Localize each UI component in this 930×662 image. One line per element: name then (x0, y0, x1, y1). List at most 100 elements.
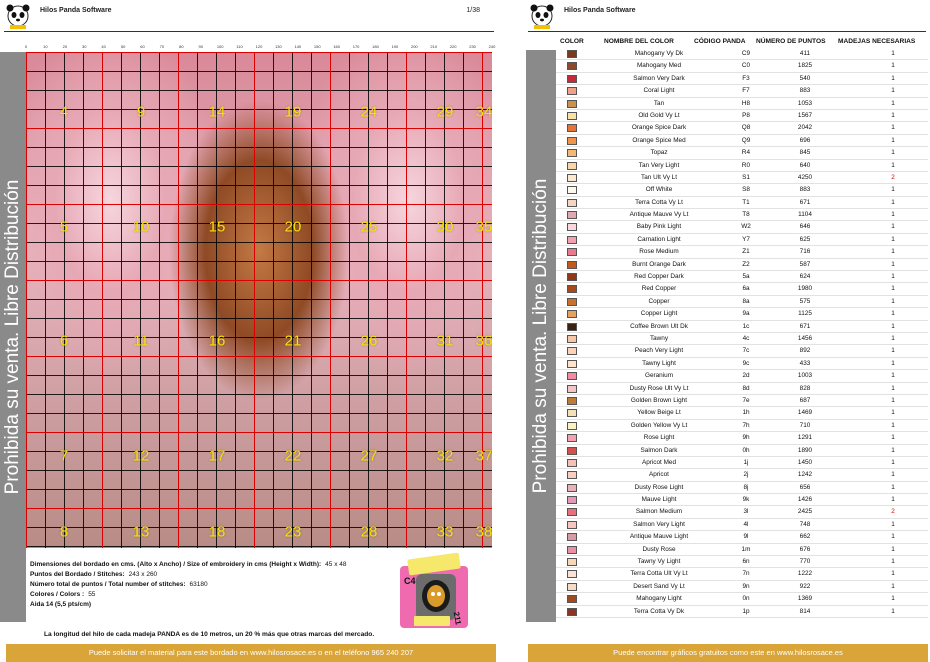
skeins-needed: 1 (891, 124, 895, 132)
panda-code: 9c (742, 359, 750, 367)
stitch-count: 575 (799, 297, 811, 305)
panda-code: 9a (742, 310, 750, 318)
skeins-needed: 1 (891, 322, 895, 330)
skeins-needed: 1 (891, 421, 895, 429)
color-name: Salmon Very Light (633, 520, 685, 528)
stitch-count: 1003 (797, 372, 813, 380)
color-name: Terra Cotta Ult Vy Lt (630, 570, 688, 578)
color-name: Tawny (649, 334, 669, 342)
panda-code: W2 (741, 223, 751, 231)
panda-code: Z2 (742, 260, 750, 268)
color-row: Old Gold Vy Lt P8 1567 1 (556, 110, 928, 123)
ruler-tick-label: 200 (410, 44, 418, 49)
page-gutter (500, 0, 520, 662)
stitch-count: 2425 (797, 508, 813, 516)
skeins-needed: 1 (891, 372, 895, 380)
footer-banner: Puede encontrar gráficos gratuitos como … (528, 644, 928, 662)
ruler-tick-label: 70 (159, 44, 165, 49)
color-name: Topaz (650, 149, 668, 157)
color-swatch (567, 384, 577, 393)
panda-code: 6n (742, 558, 750, 566)
color-swatch (567, 558, 577, 567)
color-name: Orange Spice Dark (631, 124, 687, 132)
panda-code: C9 (741, 50, 751, 57)
skeins-needed: 1 (891, 111, 895, 119)
panda-code: 9n (742, 582, 750, 590)
color-row: Dusty Rose 1m 676 1 (556, 544, 928, 557)
color-swatch (567, 50, 577, 58)
stitch-count: 687 (799, 396, 811, 404)
ruler-tick-label: 180 (372, 44, 379, 49)
color-name: Tawny Vy Light (637, 558, 681, 566)
panda-code: P8 (742, 111, 750, 119)
color-row: Coffee Brown Ult Dk 1c 671 1 (556, 321, 928, 333)
skeins-needed: 1 (891, 434, 895, 442)
skeins-needed: 2 (891, 173, 895, 181)
panda-code: 8a (742, 297, 750, 305)
segment-number: 16 (208, 332, 226, 350)
stitch-count: 624 (799, 273, 811, 281)
skeins-needed: 1 (891, 359, 895, 367)
color-swatch (567, 359, 577, 368)
stitch-count: 662 (799, 533, 811, 541)
column-header-color: COLOR (560, 38, 584, 45)
color-row: Tawny Vy Light 6n 770 1 (556, 556, 928, 569)
ruler-tick-label: 90 (198, 44, 203, 49)
color-swatch (567, 273, 577, 282)
segment-number: 12 (132, 447, 150, 465)
panda-code: 7c (742, 347, 750, 355)
color-row: Coral Light F7 883 1 (556, 85, 928, 98)
color-row: Tan Very Light R0 640 1 (556, 160, 928, 172)
svg-text:C4: C4 (404, 576, 416, 586)
color-name: Dusty Rose Ult Vy Lt (629, 384, 689, 392)
color-swatch (567, 285, 577, 294)
panda-code: 8d (742, 384, 750, 392)
vertical-banner-text: Prohibida su venta. Libre Distribución (2, 179, 23, 495)
stitch-count: 922 (799, 582, 811, 590)
color-swatch (567, 297, 577, 306)
color-rows: Mahogany Vy Dk C9 411 1 Mahogany Med C0 1825 1 S… (556, 48, 928, 618)
color-swatch (567, 87, 577, 96)
color-row: Terra Cotta Ult Vy Lt 7n 1222 1 (556, 568, 928, 581)
color-swatch (567, 471, 577, 480)
stitch-count: 770 (799, 558, 811, 566)
stitch-count: 1890 (797, 446, 813, 454)
color-name: Off White (645, 186, 673, 194)
segment-number: 38 (475, 523, 492, 541)
segment-number: 5 (59, 218, 69, 236)
color-name: Coral Light (643, 87, 675, 95)
ruler-tick-label: 10 (43, 44, 48, 49)
stitch-count: 2042 (797, 124, 813, 132)
skeins-needed: 1 (891, 136, 895, 144)
ruler-tick-label: 240 (488, 44, 496, 49)
color-row: Orange Spice Dark Q8 2042 1 (556, 122, 928, 135)
color-name: Dusty Rose (642, 545, 676, 553)
header-title: Hilos Panda Software (40, 7, 112, 14)
panda-code: 2d (742, 372, 750, 380)
stitch-count: 411 (799, 50, 811, 57)
stitch-count: 671 (799, 322, 811, 330)
color-name: Old Gold Vy Lt (638, 111, 680, 119)
panda-code: 8j (743, 483, 749, 491)
skeins-needed: 1 (891, 607, 895, 615)
color-row: Salmon Medium 3l 2425 2 (556, 506, 928, 519)
color-name: Mauve Light (641, 496, 677, 504)
color-row: Carnation Light Y7 625 1 (556, 234, 928, 247)
color-name: Salmon Dark (640, 446, 678, 454)
color-name: Desert Sand Vy Lt (633, 582, 685, 590)
stitch-count: 640 (799, 161, 811, 169)
panda-code: 7e (742, 396, 750, 404)
color-row: Rose Light 9h 1291 1 (556, 432, 928, 445)
panda-code: R4 (741, 149, 751, 157)
skeins-needed: 1 (891, 223, 895, 231)
color-row: Copper Light 9a 1125 1 (556, 308, 928, 321)
stitch-count: 1369 (797, 595, 813, 603)
stitch-count: 696 (799, 136, 811, 144)
stitch-count: 587 (799, 260, 811, 268)
panda-code: T8 (742, 211, 750, 219)
color-row: Terra Cotta Vy Lt T1 671 1 (556, 197, 928, 210)
skeins-needed: 1 (891, 582, 895, 590)
panda-code: 0n (742, 595, 750, 603)
color-name: Red Copper (641, 285, 677, 293)
color-swatch (567, 334, 577, 343)
